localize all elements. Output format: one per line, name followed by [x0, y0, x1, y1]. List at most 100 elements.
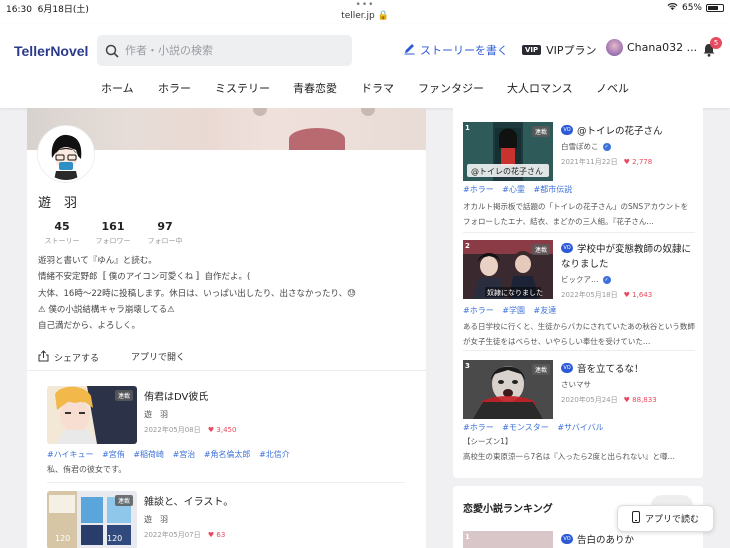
write-story-link[interactable]: ストーリーを書く — [403, 42, 508, 58]
status-bar: 16:30 6月18日(土) ••• teller.jp 🔒 65% — [0, 0, 730, 24]
genre-nav: ホーム ホラー ミステリー 青春恋愛 ドラマ ファンタジー 大人ロマンス ノベル — [0, 80, 730, 98]
rank-number: 3 — [465, 362, 470, 370]
divider — [47, 482, 405, 483]
serial-badge: 連載 — [114, 495, 133, 506]
story-date: 2022年05月07日 — [144, 531, 201, 539]
ranking-tags: #ホラー #心霊 #都市伝説 — [463, 184, 578, 195]
bio-line: ⚠ 僕の小説結構キャラ崩壊してる⚠ — [38, 304, 175, 315]
story-thumbnail[interactable]: 連載 — [47, 386, 137, 444]
stat-following[interactable]: 97 フォロー中 — [135, 220, 195, 246]
ranking-thumbnail[interactable]: 奴隷になりました 2 連載 — [463, 240, 553, 299]
ranking-author[interactable]: ビックア… ✓ — [561, 274, 611, 285]
story-item[interactable]: 120 120 連載 雑談と、イラスト。 遊 羽 2022年05月07日 ♥ 6… — [47, 491, 407, 548]
site-logo[interactable]: TellerNovel — [14, 43, 88, 59]
ranking-title-cont[interactable]: なりました — [561, 256, 609, 270]
profile-name: 遊 羽 — [38, 196, 78, 211]
ranking-author[interactable]: 白雪ぽめこ ✓ — [561, 141, 611, 152]
likes-count: 88,833 — [632, 396, 657, 404]
ranking-item[interactable]: @トイレの花子さん 1 連載 VO @トイレの花子さん 白雪ぽめこ ✓ 2021年… — [463, 122, 695, 233]
tag-link[interactable]: #心霊 — [502, 185, 525, 194]
story-title[interactable]: 雑談と、イラスト。 — [144, 493, 233, 508]
tag-link[interactable]: #サバイバル — [557, 423, 603, 432]
divider — [463, 350, 695, 351]
ranking-likes: ♥ 88,833 — [623, 396, 657, 404]
likes-count: 3,450 — [216, 426, 237, 434]
profile-bio: 遊羽と書いて『ゆん』と読む。 情緒不安定野郎〚 僕のアイコン可愛くね 〛自作だよ… — [38, 253, 418, 334]
tag-link[interactable]: #角名倫太郎 — [204, 450, 251, 459]
story-author[interactable]: 遊 羽 — [144, 409, 168, 420]
tag-link[interactable]: #ホラー — [463, 306, 494, 315]
stat-followers[interactable]: 161 フォロワー — [83, 220, 143, 246]
ranking-item[interactable]: 3 連載 VO 音を立てるな！ さいマサ 2020年05月24日 ♥ 88,833… — [463, 360, 695, 470]
ranking-author[interactable]: さいマサ — [561, 379, 591, 390]
tab-dots[interactable]: ••• — [0, 1, 730, 10]
ranking-date: 2022年05月18日 — [561, 291, 618, 299]
vip-badge: VIP — [522, 45, 542, 55]
ranking-date: 2020年05月24日 — [561, 396, 618, 404]
story-item[interactable]: 連載 侑君はDV彼氏 遊 羽 2022年05月08日 ♥ 3,450 #ハイキュ… — [47, 386, 407, 486]
ranking-title[interactable]: 音を立てるな！ — [577, 361, 644, 375]
profile-avatar — [38, 126, 94, 182]
ranking-title[interactable]: 告白のありか — [577, 532, 634, 546]
likes-count: 63 — [216, 531, 226, 539]
ranking-title[interactable]: 学校中が変態教師の奴隷に — [577, 241, 691, 255]
search-box[interactable] — [97, 35, 352, 66]
ranking-thumbnail[interactable]: 1 — [463, 531, 553, 548]
stat-label: フォロワー — [95, 237, 131, 245]
tag-link[interactable]: #都市伝説 — [534, 185, 573, 194]
nav-youth-romance[interactable]: 青春恋愛 — [293, 80, 337, 96]
story-likes: ♥ 3,450 — [207, 426, 237, 434]
url-bar[interactable]: teller.jp 🔒 — [0, 11, 730, 21]
user-name: Chana032 ... — [627, 41, 698, 54]
battery-icon — [706, 4, 724, 12]
open-in-app-button[interactable]: アプリで開く — [131, 350, 185, 363]
stat-value: 97 — [157, 220, 173, 233]
tag-link[interactable]: #宮侑 — [102, 450, 125, 459]
tag-link[interactable]: #ホラー — [463, 423, 494, 432]
nav-fantasy[interactable]: ファンタジー — [418, 80, 484, 96]
tag-link[interactable]: #モンスター — [502, 423, 549, 432]
vip-plan-link[interactable]: VIP VIPプラン — [522, 42, 597, 58]
search-input[interactable] — [125, 41, 345, 60]
ranking-thumbnail[interactable]: 3 連載 — [463, 360, 553, 419]
tag-link[interactable]: #宮治 — [173, 450, 196, 459]
story-title[interactable]: 侑君はDV彼氏 — [144, 388, 208, 403]
stat-label: フォロー中 — [147, 237, 183, 245]
share-button[interactable]: シェアする — [38, 350, 99, 365]
story-meta: 2022年05月07日 ♥ 63 — [144, 530, 225, 540]
user-menu[interactable]: Chana032 ... — [606, 39, 697, 56]
nav-home[interactable]: ホーム — [101, 80, 134, 96]
tag-link[interactable]: #ホラー — [463, 185, 494, 194]
tag-link[interactable]: #稲荷崎 — [133, 450, 164, 459]
ranking-description: オカルト掲示板で話題の「トイレの花子さん」のSNSアカウントをフォローしたエナ、… — [463, 202, 689, 226]
serial-badge: 連載 — [531, 126, 550, 137]
nav-novel[interactable]: ノベル — [596, 80, 629, 96]
nav-horror[interactable]: ホラー — [158, 80, 191, 96]
description-line: 【シーズン1】 — [463, 437, 513, 446]
svg-text:奴隷になりました: 奴隷になりました — [487, 288, 543, 297]
ranking-title[interactable]: @トイレの花子さん — [577, 123, 663, 137]
tag-link[interactable]: #友達 — [534, 306, 557, 315]
story-date: 2022年05月08日 — [144, 426, 201, 434]
ranking-likes: ♥ 2,778 — [623, 158, 653, 166]
ranking-thumbnail[interactable]: @トイレの花子さん 1 連載 — [463, 122, 553, 181]
wifi-icon — [667, 2, 678, 14]
romance-ranking-title: 恋愛小説ランキング — [463, 504, 553, 515]
story-author[interactable]: 遊 羽 — [144, 514, 168, 525]
tag-link[interactable]: #学園 — [502, 306, 525, 315]
svg-text:120: 120 — [107, 534, 122, 543]
nav-drama[interactable]: ドラマ — [361, 80, 394, 96]
phone-icon — [631, 511, 640, 526]
nav-adult-romance[interactable]: 大人ロマンス — [507, 80, 573, 96]
ranking-item[interactable]: 1 VO 告白のありか — [463, 531, 695, 548]
tag-link[interactable]: #北信介 — [259, 450, 290, 459]
ranking-description: 【シーズン1】 高校生の東原涼一ら7名は『入ったら2度と出られない』と噂… — [463, 434, 695, 464]
notification-badge: 5 — [710, 37, 722, 49]
story-thumbnail[interactable]: 120 120 連載 — [47, 491, 137, 548]
ranking-likes: ♥ 1,643 — [623, 291, 653, 299]
ranking-item[interactable]: 奴隷になりました 2 連載 VO 学校中が変態教師の奴隷に なりました ビックア… — [463, 240, 695, 351]
read-in-app-button[interactable]: アプリで読む — [617, 505, 714, 532]
nav-mystery[interactable]: ミステリー — [215, 80, 270, 96]
tag-link[interactable]: #ハイキュー — [47, 450, 94, 459]
notification-button[interactable]: 5 — [702, 37, 722, 58]
